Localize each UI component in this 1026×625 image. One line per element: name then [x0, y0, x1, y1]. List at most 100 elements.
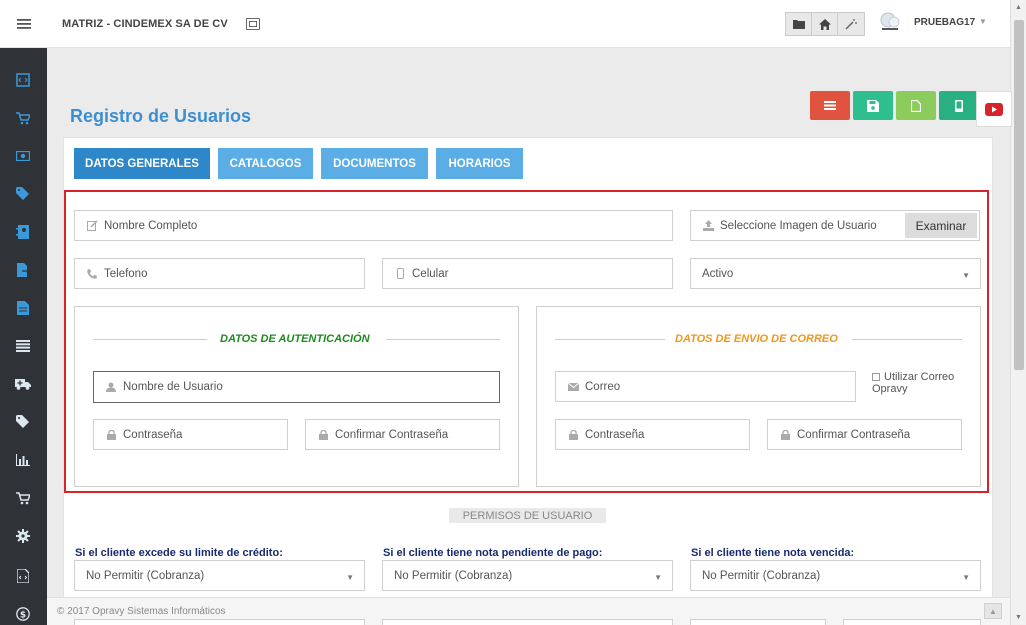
mobile-button[interactable] [939, 91, 979, 120]
divider [93, 339, 207, 340]
page-title: Registro de Usuarios [70, 106, 252, 126]
file-export-icon[interactable] [14, 261, 32, 279]
code-file-icon[interactable] [14, 567, 32, 585]
list-icon[interactable] [14, 337, 32, 355]
checkbox[interactable] [872, 373, 880, 382]
cart-icon[interactable] [14, 489, 32, 507]
lock-icon [779, 429, 791, 440]
correo-section-title: DATOS DE ENVIO DE CORREO [675, 333, 838, 345]
magic-wand-icon[interactable] [838, 13, 864, 35]
next-row-field[interactable] [382, 619, 673, 625]
cart-icon[interactable] [14, 109, 32, 127]
scroll-down-arrow-icon[interactable]: ▼ [1015, 614, 1022, 621]
ambulance-icon[interactable] [14, 375, 32, 393]
scrollbar-thumb[interactable] [1014, 20, 1024, 370]
sidebar: $ [0, 48, 47, 625]
dollar-circle-icon[interactable]: $ [14, 605, 32, 623]
utilizar-correo-label: Utilizar Correo [884, 371, 955, 383]
tab-datos-generales[interactable]: DATOS GENERALES [74, 148, 210, 179]
auth-confirm-password-field[interactable]: Confirmar Contraseña [305, 419, 500, 450]
new-document-button[interactable] [896, 91, 936, 120]
permiso-label-credito: Si el cliente excede su limite de crédit… [75, 547, 283, 559]
permiso-nota-pendiente-value: No Permitir (Cobranza) [394, 569, 513, 582]
permiso-label-nota-pendiente: Si el cliente tiene nota pendiente de pa… [383, 547, 603, 559]
mobile-icon [955, 99, 963, 112]
correo-field[interactable]: Correo [555, 371, 856, 402]
upload-icon [702, 220, 714, 231]
auth-password-field[interactable]: Contraseña [93, 419, 288, 450]
correo-password-placeholder: Contraseña [585, 428, 645, 441]
telefono-placeholder: Telefono [104, 267, 148, 280]
permisos-section-title: PERMISOS DE USUARIO [449, 508, 606, 523]
youtube-button[interactable] [976, 91, 1012, 127]
hamburger-icon[interactable] [0, 0, 48, 48]
code-file-icon[interactable] [14, 71, 32, 89]
examinar-button[interactable]: Examinar [905, 213, 977, 238]
tags-icon[interactable] [14, 413, 32, 431]
estado-select[interactable]: Activo ▼ [690, 258, 981, 289]
money-icon[interactable] [14, 147, 32, 165]
permiso-credito-select[interactable]: No Permitir (Cobranza) ▼ [74, 560, 365, 591]
permiso-nota-vencida-value: No Permitir (Cobranza) [702, 569, 821, 582]
nombre-usuario-placeholder: Nombre de Usuario [123, 381, 223, 393]
lock-icon [317, 429, 329, 440]
permiso-credito-value: No Permitir (Cobranza) [86, 569, 205, 582]
chevron-down-icon: ▼ [962, 573, 970, 582]
mobile-icon [394, 268, 406, 279]
auth-section-title: DATOS DE AUTENTICACIÓN [220, 333, 370, 345]
page-scrollbar[interactable]: ▲ ▼ [1010, 0, 1026, 625]
celular-placeholder: Celular [412, 267, 449, 280]
edit-icon [86, 220, 98, 231]
nombre-completo-field[interactable]: Nombre Completo [74, 210, 673, 241]
next-row-field[interactable] [74, 619, 365, 625]
nombre-usuario-field[interactable]: Nombre de Usuario [93, 371, 500, 403]
user-dropdown-caret-icon[interactable]: ▼ [979, 17, 987, 26]
celular-field[interactable]: Celular [382, 258, 673, 289]
scroll-to-top-icon[interactable]: ▲ [984, 603, 1002, 619]
imagen-usuario-placeholder: Seleccione Imagen de Usuario [720, 219, 877, 232]
permiso-nota-pendiente-select[interactable]: No Permitir (Cobranza) ▼ [382, 560, 673, 591]
home-icon[interactable] [812, 13, 838, 35]
chevron-down-icon: ▼ [346, 573, 354, 582]
youtube-icon [985, 102, 1003, 116]
imagen-usuario-field[interactable]: Seleccione Imagen de Usuario Examinar [690, 210, 980, 241]
permiso-label-nota-vencida: Si el cliente tiene nota vencida: [691, 547, 855, 559]
file-icon[interactable] [14, 299, 32, 317]
address-book-icon[interactable] [14, 223, 32, 241]
next-row-field[interactable] [843, 619, 981, 625]
copyright-text: © 2017 Opravy Sistemas Informáticos [57, 606, 226, 617]
tab-catalogos[interactable]: CATALOGOS [218, 148, 313, 179]
correo-placeholder: Correo [585, 380, 621, 393]
tab-documentos[interactable]: DOCUMENTOS [321, 148, 428, 179]
save-button[interactable] [853, 91, 893, 120]
telefono-field[interactable]: Telefono [74, 258, 365, 289]
chevron-down-icon: ▼ [962, 271, 970, 280]
tags-icon[interactable] [14, 185, 32, 203]
next-row-field[interactable] [690, 619, 826, 625]
fullscreen-icon[interactable] [245, 17, 260, 30]
auth-password-placeholder: Contraseña [123, 428, 183, 441]
tab-horarios[interactable]: HORARIOS [436, 148, 523, 179]
correo-password-field[interactable]: Contraseña [555, 419, 750, 450]
company-name: MATRIZ - CINDEMEX SA DE CV [62, 17, 228, 30]
divider [386, 339, 500, 340]
correo-confirm-password-field[interactable]: Confirmar Contraseña [767, 419, 962, 450]
nombre-completo-placeholder: Nombre Completo [104, 219, 198, 232]
divider [555, 339, 665, 340]
utilizar-correo-label-2: Opravy [872, 383, 908, 395]
bar-chart-icon[interactable] [14, 451, 32, 469]
auth-confirm-password-placeholder: Confirmar Contraseña [335, 428, 449, 441]
save-icon [867, 99, 879, 112]
scroll-up-arrow-icon[interactable]: ▲ [1015, 4, 1022, 11]
lock-icon [105, 429, 117, 440]
permiso-nota-vencida-select[interactable]: No Permitir (Cobranza) ▼ [690, 560, 981, 591]
folder-icon[interactable] [786, 13, 812, 35]
toolbar-group [785, 12, 865, 36]
lock-icon [567, 429, 579, 440]
list-button[interactable] [810, 91, 850, 120]
user-avatar[interactable] [878, 12, 902, 32]
username-label[interactable]: PRUEBAG17 [914, 17, 975, 28]
chevron-down-icon: ▼ [654, 573, 662, 582]
gear-icon[interactable] [14, 527, 32, 545]
utilizar-correo-opravy-checkbox[interactable]: Utilizar Correo Opravy [872, 371, 954, 395]
